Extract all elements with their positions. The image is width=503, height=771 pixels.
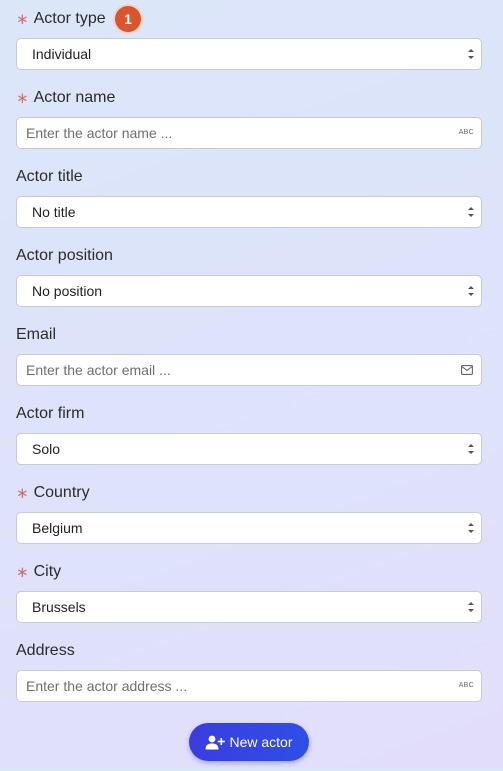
new-actor-button[interactable]: New actor: [189, 723, 309, 761]
actor-title-select[interactable]: No title: [16, 196, 482, 228]
text-type-icon: ABC: [458, 129, 474, 136]
required-marker: ∗: [16, 90, 29, 107]
address-input[interactable]: [17, 677, 448, 695]
city-label-text: City: [33, 563, 62, 580]
actor-type-label: ∗ Actor type: [16, 8, 482, 30]
select-arrows-icon: [468, 602, 474, 612]
actor-firm-select[interactable]: Solo: [16, 433, 482, 465]
actor-title-field: Actor title No title: [16, 166, 482, 228]
select-arrows-icon: [468, 523, 474, 533]
actor-title-label: Actor title: [16, 168, 83, 185]
actor-position-field: Actor position No position: [16, 245, 482, 307]
country-select[interactable]: Belgium: [16, 512, 482, 544]
actor-position-value: No position: [32, 283, 103, 299]
required-marker: ∗: [16, 564, 29, 581]
select-arrows-icon: [468, 286, 474, 296]
country-value: Belgium: [32, 520, 83, 536]
actor-name-input[interactable]: [17, 124, 448, 142]
city-field: ∗ City Brussels: [16, 561, 482, 623]
actor-type-value: Individual: [32, 46, 92, 62]
email-field: Email: [16, 324, 482, 386]
country-label: ∗ Country: [16, 482, 482, 504]
actor-firm-label: Actor firm: [16, 405, 85, 422]
actor-firm-field: Actor firm Solo: [16, 403, 482, 465]
select-arrows-icon: [468, 444, 474, 454]
actor-name-label: ∗ Actor name: [16, 87, 482, 109]
country-field: ∗ Country Belgium: [16, 482, 482, 544]
email-input-wrapper: [16, 354, 482, 386]
actor-type-label-text: Actor type: [33, 10, 106, 27]
actor-firm-value: Solo: [32, 441, 61, 457]
city-label: ∗ City: [16, 561, 482, 583]
required-marker: ∗: [16, 485, 29, 502]
envelope-icon: [461, 365, 473, 375]
actor-position-select[interactable]: No position: [16, 275, 482, 307]
actor-type-select[interactable]: Individual: [16, 38, 482, 70]
address-input-wrapper: ABC: [16, 670, 482, 702]
country-label-text: Country: [33, 484, 90, 501]
actor-type-field: ∗ Actor type Individual: [16, 8, 482, 70]
select-arrows-icon: [468, 49, 474, 59]
user-plus-icon: [205, 735, 226, 749]
actor-name-label-text: Actor name: [33, 89, 116, 106]
email-label: Email: [16, 326, 57, 343]
actor-name-input-wrapper: ABC: [16, 117, 482, 149]
new-actor-label: New actor: [229, 734, 293, 750]
actor-title-value: No title: [32, 204, 76, 220]
actor-name-field: ∗ Actor name ABC: [16, 87, 482, 149]
required-marker: ∗: [16, 11, 29, 28]
email-input[interactable]: [17, 361, 448, 379]
text-type-icon: ABC: [458, 682, 474, 689]
city-value: Brussels: [32, 599, 86, 615]
city-select[interactable]: Brussels: [16, 591, 482, 623]
actor-position-label: Actor position: [16, 247, 113, 264]
address-label: Address: [16, 642, 75, 659]
step-badge: 1: [115, 6, 141, 32]
address-field: Address ABC: [16, 640, 482, 702]
select-arrows-icon: [468, 207, 474, 217]
